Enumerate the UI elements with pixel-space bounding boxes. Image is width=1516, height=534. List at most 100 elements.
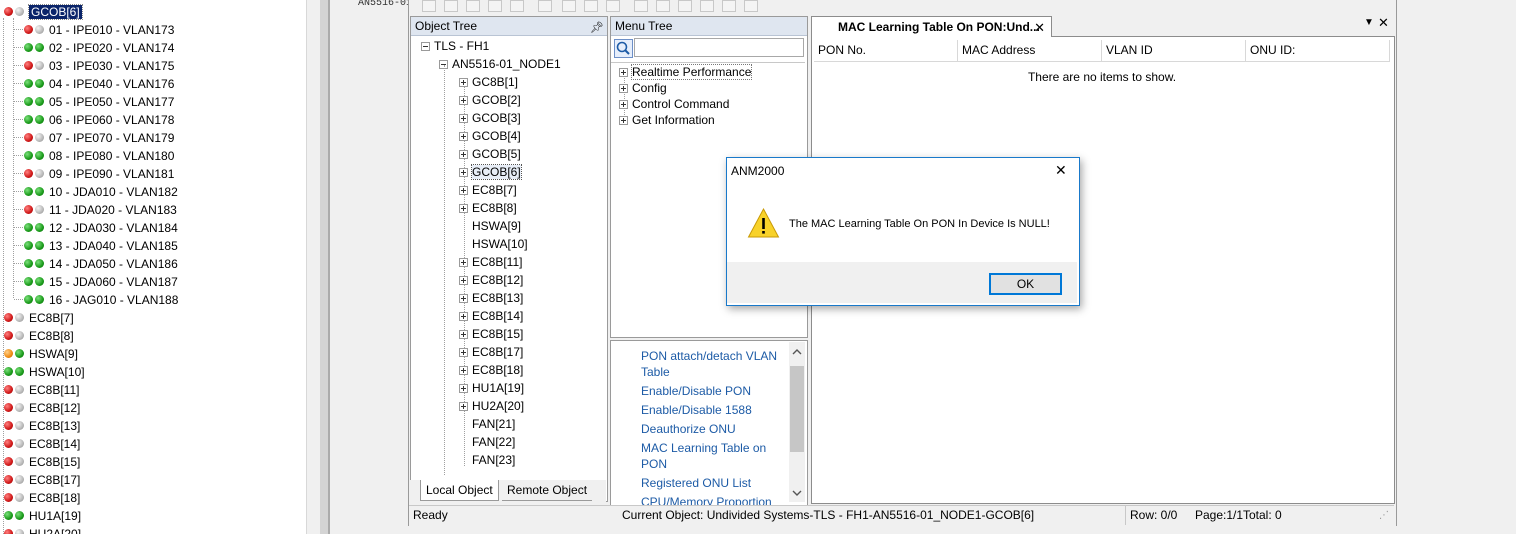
tree-node-card[interactable]: EC8B[8] [459,199,517,217]
tree-node-card[interactable]: EC8B[17] [459,343,523,361]
tree-node-onu[interactable]: 11 - JDA020 - VLAN183 [24,200,177,218]
close-panel-icon[interactable]: ✕ [1378,15,1389,31]
column-vlan-id[interactable]: VLAN ID [1102,40,1246,61]
tree-node-gcob6[interactable]: GCOB[6] [4,2,83,20]
tree-node-card[interactable]: HU2A[20] [4,524,81,534]
expand-icon[interactable] [459,168,468,178]
tree-node-card[interactable]: EC8B[12] [4,398,80,416]
tree-node-card[interactable]: FAN[23] [459,451,515,469]
pin-icon[interactable]: 📌︎ [590,19,604,37]
tree-node-onu[interactable]: 05 - IPE050 - VLAN177 [24,92,174,110]
tree-node-device[interactable]: AN5516-01_NODE1 [439,55,561,73]
function-link[interactable]: Enable/Disable PON [641,383,791,399]
tree-node-onu[interactable]: 01 - IPE010 - VLAN173 [24,20,174,38]
toolbar-tool-icon[interactable] [584,0,598,12]
expand-icon[interactable] [459,276,468,286]
tree-node-card[interactable]: EC8B[15] [459,325,523,343]
column-mac-address[interactable]: MAC Address [958,40,1102,61]
tree-node-card[interactable]: HSWA[10] [4,362,85,380]
expand-icon[interactable] [459,330,468,340]
expand-icon[interactable] [459,258,468,268]
resize-grip-icon[interactable]: ⋰ [1379,506,1389,525]
toolbar-tool-icon[interactable] [562,0,576,12]
tree-node-card[interactable]: HSWA[10] [459,235,528,253]
toolbar-tool-icon[interactable] [510,0,524,12]
splitter-handle[interactable] [320,0,328,534]
expand-icon[interactable] [459,132,468,142]
tree-node-card[interactable]: EC8B[8] [4,326,74,344]
toolbar-tool-icon[interactable] [744,0,758,12]
menu-item[interactable]: Get Information [619,112,715,128]
tree-node-root[interactable]: TLS - FH1 [421,37,489,55]
tree-node-onu[interactable]: 07 - IPE070 - VLAN179 [24,128,174,146]
tree-node-card[interactable]: FAN[22] [459,433,515,451]
expand-icon[interactable] [459,96,468,106]
tree-node-card[interactable]: GCOB[6] [459,163,522,181]
tree-node-card[interactable]: GCOB[2] [459,91,521,109]
expand-icon[interactable] [459,114,468,124]
tree-node-card[interactable]: EC8B[11] [459,253,522,271]
tree-node-card[interactable]: EC8B[14] [4,434,80,452]
expand-icon[interactable] [459,384,468,394]
tree-node-card[interactable]: EC8B[14] [459,307,523,325]
expand-icon[interactable] [459,150,468,160]
expand-icon[interactable] [459,78,468,88]
menu-search-input[interactable] [634,38,804,57]
toolbar-tool-icon[interactable] [722,0,736,12]
toolbar-add-icon[interactable] [538,0,552,12]
tree-node-onu[interactable]: 08 - IPE080 - VLAN180 [24,146,174,164]
tree-node-card[interactable]: EC8B[7] [4,308,74,326]
tree-node-card[interactable]: FAN[21] [459,415,515,433]
tree-node-card[interactable]: EC8B[18] [4,488,80,506]
toolbar-tool-icon[interactable] [488,0,502,12]
toolbar-tool-icon[interactable] [606,0,620,12]
ok-button[interactable]: OK [989,273,1062,295]
tree-node-card[interactable]: HU2A[20] [459,397,524,415]
menu-item[interactable]: Control Command [619,96,729,112]
tree-node-card[interactable]: EC8B[17] [4,470,80,488]
expand-icon[interactable] [459,312,468,322]
function-link[interactable]: Deauthorize ONU [641,421,791,437]
tree-node-card[interactable]: HSWA[9] [459,217,521,235]
expand-icon[interactable] [459,204,468,214]
tree-node-card[interactable]: EC8B[13] [459,289,523,307]
tree-node-onu[interactable]: 16 - JAG010 - VLAN188 [24,290,178,308]
tree-node-onu[interactable]: 14 - JDA050 - VLAN186 [24,254,178,272]
tree-node-onu[interactable]: 02 - IPE020 - VLAN174 [24,38,174,56]
collapse-icon[interactable] [421,42,430,52]
toolbar-tool-icon[interactable] [700,0,714,12]
search-button[interactable] [614,39,633,58]
tree-node-onu[interactable]: 10 - JDA010 - VLAN182 [24,182,178,200]
tree-node-card[interactable]: EC8B[18] [459,361,523,379]
column-onu-id[interactable]: ONU ID: [1246,40,1390,61]
tree-node-card[interactable]: HSWA[9] [4,344,78,362]
expand-icon[interactable] [459,294,468,304]
toolbar-tool-icon[interactable] [466,0,480,12]
tree-node-card[interactable]: HU1A[19] [4,506,81,524]
expand-icon[interactable] [459,402,468,412]
function-link[interactable]: Enable/Disable 1588 [641,402,791,418]
function-link[interactable]: Registered ONU List [641,475,791,491]
expand-icon[interactable] [619,68,628,78]
tree-node-card[interactable]: HU1A[19] [459,379,524,397]
tree-node-onu[interactable]: 06 - IPE060 - VLAN178 [24,110,174,128]
function-link[interactable]: MAC Learning Table on PON [641,440,791,472]
menu-item[interactable]: Realtime Performance [619,64,753,80]
tree-node-onu[interactable]: 12 - JDA030 - VLAN184 [24,218,178,236]
expand-icon[interactable] [459,366,468,376]
expand-icon[interactable] [619,84,628,94]
tree-node-card[interactable]: EC8B[12] [459,271,523,289]
tree-node-card[interactable]: EC8B[7] [459,181,517,199]
close-tab-icon[interactable]: ✕ [1034,17,1045,38]
toolbar-tool-icon[interactable] [444,0,458,12]
tab-local-object[interactable]: Local Object [420,480,499,501]
toolbar-tool-icon[interactable] [678,0,692,12]
tree-node-card[interactable]: EC8B[15] [4,452,80,470]
tree-node-onu[interactable]: 03 - IPE030 - VLAN175 [24,56,174,74]
dialog-close-icon[interactable]: ✕ [1055,162,1067,179]
column-pon-no[interactable]: PON No. [814,40,958,61]
tree-node-card[interactable]: EC8B[11] [4,380,79,398]
function-link[interactable]: PON attach/detach VLAN Table [641,348,791,380]
tree-node-onu[interactable]: 15 - JDA060 - VLAN187 [24,272,178,290]
expand-icon[interactable] [619,100,628,110]
